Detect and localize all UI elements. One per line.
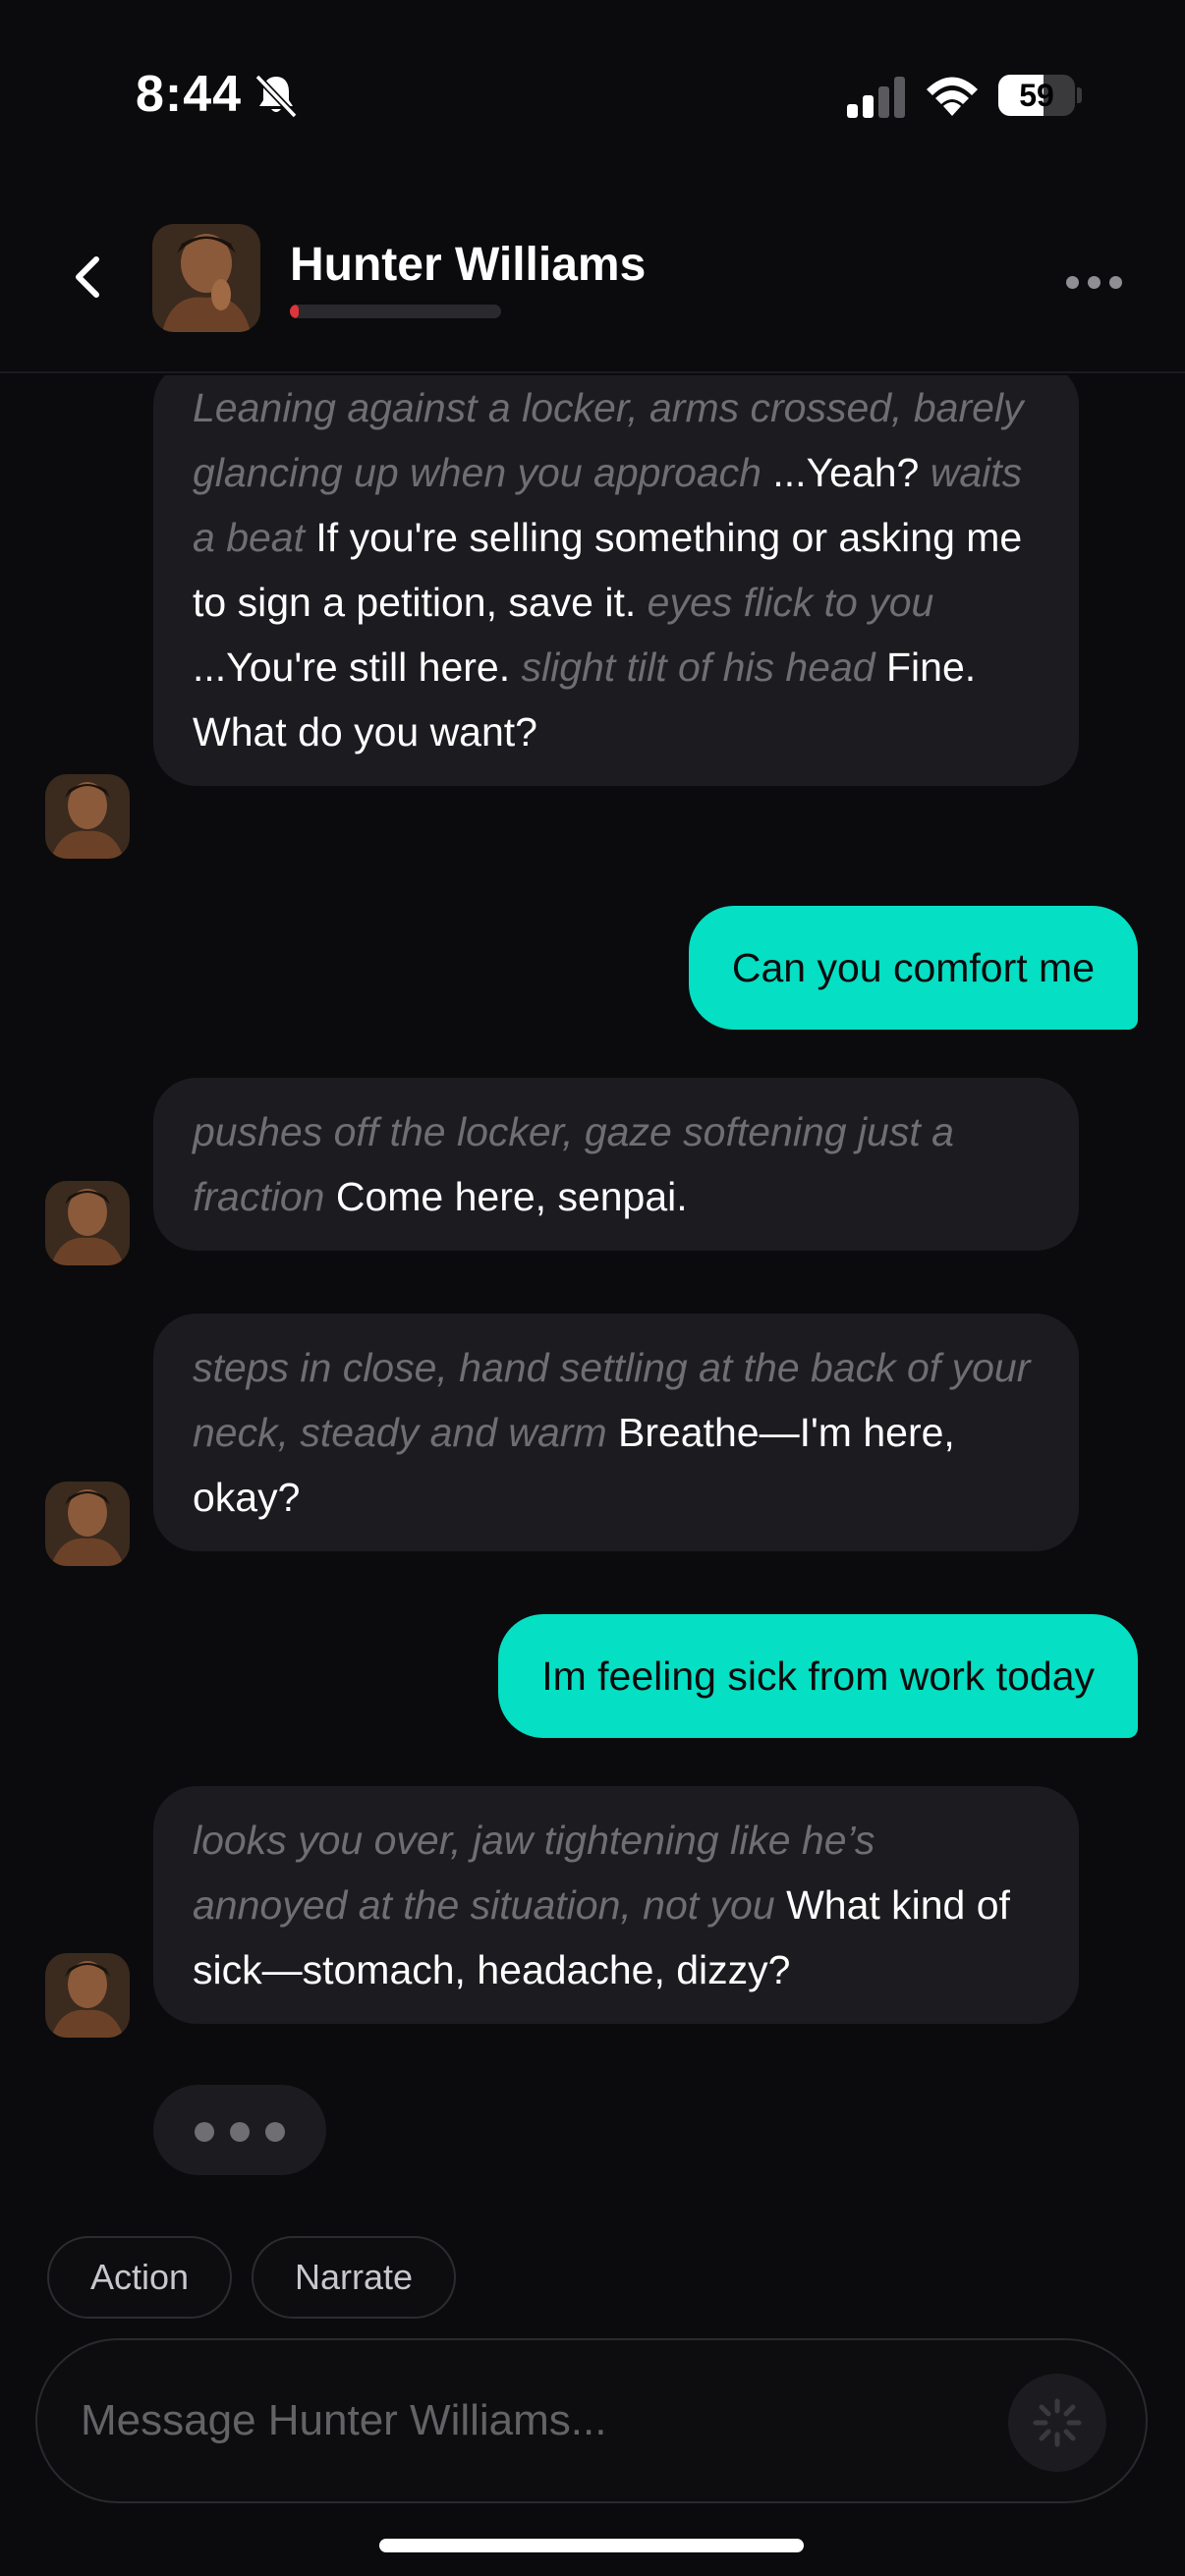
speech-text: ...Yeah?	[762, 450, 931, 495]
bell-slash-icon	[254, 74, 298, 119]
typing-indicator	[153, 2085, 326, 2175]
user-message-bubble: Im feeling sick from work today	[498, 1614, 1138, 1738]
status-time: 8:44	[136, 66, 243, 123]
contact-avatar[interactable]	[152, 224, 260, 332]
relationship-progress-bar	[290, 305, 501, 318]
wifi-icon	[927, 77, 978, 116]
narrate-chip-button[interactable]: Narrate	[252, 2236, 456, 2319]
chat-header: Hunter Williams	[0, 177, 1185, 373]
contact-name: Hunter Williams	[290, 239, 647, 291]
action-text: slight tilt of his head	[521, 644, 875, 690]
send-button[interactable]	[1008, 2374, 1106, 2472]
speech-text: Come here, senpai.	[324, 1174, 688, 1219]
action-text: looks you over, jaw tightening like he’s…	[193, 1818, 875, 1928]
message-input[interactable]: Message Hunter Williams...	[81, 2340, 606, 2501]
ai-message-bubble: looks you over, jaw tightening like he’s…	[153, 1786, 1079, 2024]
action-text: eyes flick to you	[647, 580, 934, 625]
chat-screen: 8:44 59 Hunter Williams Leaning against …	[0, 0, 1185, 2576]
action-chip-button[interactable]: Action	[47, 2236, 232, 2319]
ai-message-bubble: pushes off the locker, gaze softening ju…	[153, 1078, 1079, 1251]
battery-icon: 59	[998, 75, 1082, 116]
ai-avatar[interactable]	[45, 1482, 130, 1566]
battery-level: 59	[1019, 78, 1054, 113]
message-composer[interactable]: Message Hunter Williams...	[35, 2338, 1148, 2503]
home-indicator[interactable]	[379, 2539, 804, 2552]
ai-message-bubble: Leaning against a locker, arms crossed, …	[153, 375, 1079, 786]
speech-text: ...You're still here.	[193, 644, 522, 690]
chevron-left-icon[interactable]	[59, 248, 118, 307]
message-list[interactable]: Leaning against a locker, arms crossed, …	[0, 375, 1185, 2222]
ai-avatar[interactable]	[45, 774, 130, 859]
user-message-bubble: Can you comfort me	[688, 906, 1138, 1030]
more-horizontal-icon[interactable]	[1066, 270, 1125, 296]
ai-message-bubble: steps in close, hand settling at the bac…	[153, 1314, 1079, 1551]
loading-spinner-icon	[1033, 2398, 1082, 2447]
cellular-signal-icon	[847, 77, 905, 118]
ai-avatar[interactable]	[45, 1953, 130, 2038]
status-bar: 8:44 59	[0, 0, 1185, 177]
ai-avatar[interactable]	[45, 1181, 130, 1265]
